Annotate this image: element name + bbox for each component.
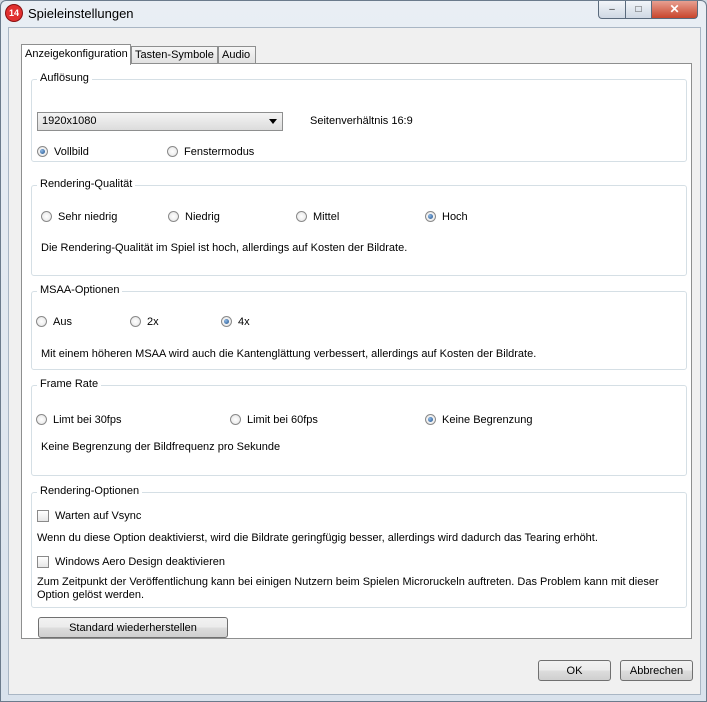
restore-defaults-button[interactable]: Standard wiederherstellen	[38, 617, 228, 638]
radio-label: Keine Begrenzung	[442, 414, 533, 426]
checkbox-aero[interactable]: Windows Aero Design deaktivieren	[37, 556, 225, 568]
radio-label: Fenstermodus	[184, 146, 255, 158]
radio-unselected-icon	[41, 211, 52, 222]
radio-label: Vollbild	[54, 146, 89, 158]
checkbox-unchecked-icon	[37, 510, 49, 522]
radio-keine-begrenzung[interactable]: Keine Begrenzung	[425, 414, 533, 426]
group-resolution: Auflösung 1920x1080 Seitenverhältnis 16:…	[31, 72, 687, 162]
radio-limit-30fps[interactable]: Limt bei 30fps	[36, 414, 121, 426]
radio-unselected-icon	[230, 414, 241, 425]
radio-hoch[interactable]: Hoch	[425, 211, 468, 223]
checkbox-vsync[interactable]: Warten auf Vsync	[37, 510, 141, 522]
group-msaa: MSAA-Optionen Aus 2x 4x Mit einem höhere…	[31, 284, 687, 370]
checkbox-unchecked-icon	[37, 556, 49, 568]
radio-sehr-niedrig[interactable]: Sehr niedrig	[41, 211, 117, 223]
radio-label: Sehr niedrig	[58, 211, 118, 223]
tab-panel-display: Auflösung 1920x1080 Seitenverhältnis 16:…	[21, 63, 692, 639]
group-title-rendering-options: Rendering-Optionen	[37, 485, 143, 497]
radio-niedrig[interactable]: Niedrig	[168, 211, 220, 223]
close-button[interactable]: ✕	[651, 1, 698, 19]
radio-unselected-icon	[36, 316, 47, 327]
group-title-rendering-quality: Rendering-Qualität	[37, 178, 136, 190]
radio-mittel[interactable]: Mittel	[296, 211, 339, 223]
radio-msaa-4x[interactable]: 4x	[221, 316, 250, 328]
resolution-select[interactable]: 1920x1080	[37, 112, 283, 131]
radio-selected-icon	[425, 414, 436, 425]
checkbox-label: Warten auf Vsync	[55, 510, 142, 522]
aero-description-line1: Zum Zeitpunkt der Veröffentlichung kann …	[37, 576, 659, 588]
radio-label: Niedrig	[185, 211, 220, 223]
group-title-msaa: MSAA-Optionen	[37, 284, 123, 296]
app-icon: 14	[6, 5, 22, 21]
radio-limit-60fps[interactable]: Limit bei 60fps	[230, 414, 318, 426]
radio-unselected-icon	[130, 316, 141, 327]
radio-label: Limit bei 60fps	[247, 414, 318, 426]
vsync-description: Wenn du diese Option deaktivierst, wird …	[37, 532, 598, 544]
radio-unselected-icon	[167, 146, 178, 157]
minimize-button[interactable]: –	[598, 1, 626, 19]
radio-unselected-icon	[296, 211, 307, 222]
group-title-resolution: Auflösung	[37, 72, 92, 84]
radio-msaa-aus[interactable]: Aus	[36, 316, 72, 328]
chevron-down-icon	[269, 119, 277, 124]
radio-label: Mittel	[313, 211, 340, 223]
dialog-client-area: Anzeigekonfiguration Tasten-Symbole Audi…	[8, 27, 701, 695]
radio-label: Hoch	[442, 211, 468, 223]
radio-msaa-2x[interactable]: 2x	[130, 316, 159, 328]
framerate-description: Keine Begrenzung der Bildfrequenz pro Se…	[41, 441, 281, 453]
tab-tasten-symbole[interactable]: Tasten-Symbole	[131, 46, 218, 64]
radio-label: 4x	[238, 316, 250, 328]
radio-label: 2x	[147, 316, 159, 328]
resolution-selected-value: 1920x1080	[42, 115, 97, 127]
radio-unselected-icon	[168, 211, 179, 222]
group-title-frame-rate: Frame Rate	[37, 378, 102, 390]
ok-button[interactable]: OK	[538, 660, 611, 681]
aero-description-line2: Option gelöst werden.	[37, 589, 145, 601]
settings-window: 14 Spieleinstellungen – □ ✕ Anzeigekonfi…	[0, 0, 707, 702]
radio-vollbild[interactable]: Vollbild	[37, 146, 89, 158]
radio-selected-icon	[37, 146, 48, 157]
radio-unselected-icon	[36, 414, 47, 425]
msaa-description: Mit einem höheren MSAA wird auch die Kan…	[41, 348, 537, 360]
radio-label: Limt bei 30fps	[53, 414, 122, 426]
radio-selected-icon	[221, 316, 232, 327]
quality-description: Die Rendering-Qualität im Spiel ist hoch…	[41, 242, 408, 254]
radio-fenstermodus[interactable]: Fenstermodus	[167, 146, 254, 158]
maximize-button[interactable]: □	[625, 1, 652, 19]
window-title: Spieleinstellungen	[28, 6, 134, 21]
title-bar[interactable]: 14 Spieleinstellungen – □ ✕	[1, 1, 706, 27]
checkbox-label: Windows Aero Design deaktivieren	[55, 556, 225, 568]
tab-audio[interactable]: Audio	[218, 46, 256, 64]
group-rendering-options: Rendering-Optionen Warten auf Vsync Wenn…	[31, 485, 687, 608]
group-rendering-quality: Rendering-Qualität Sehr niedrig Niedrig …	[31, 178, 687, 276]
radio-selected-icon	[425, 211, 436, 222]
cancel-button[interactable]: Abbrechen	[620, 660, 693, 681]
aspect-ratio-label: Seitenverhältnis 16:9	[310, 115, 413, 127]
group-frame-rate: Frame Rate Limt bei 30fps Limit bei 60fp…	[31, 378, 687, 476]
tab-anzeigekonfiguration[interactable]: Anzeigekonfiguration	[21, 44, 131, 65]
radio-label: Aus	[53, 316, 72, 328]
